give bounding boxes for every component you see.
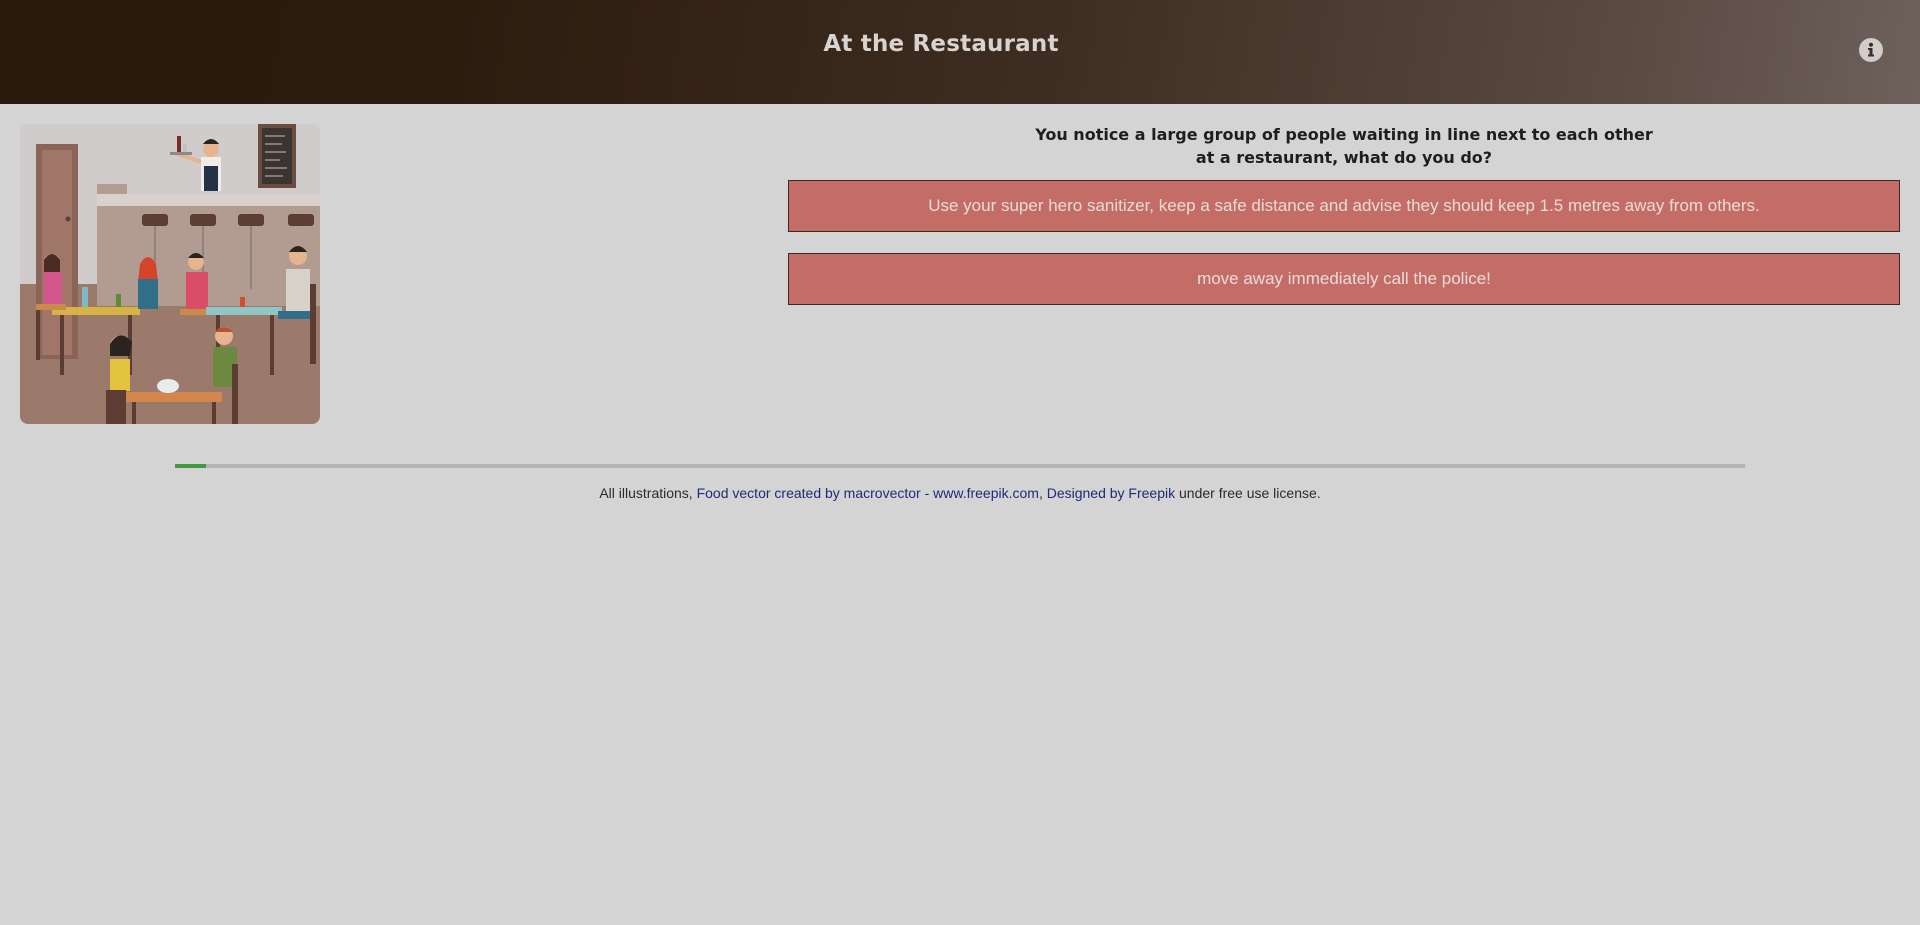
page-title: At the Restaurant xyxy=(823,31,1059,57)
progress-bar xyxy=(175,464,1745,468)
question-line-1: You notice a large group of people waiti… xyxy=(1035,125,1653,144)
info-icon[interactable] xyxy=(1859,38,1883,62)
credits-footer: All illustrations, Food vector created b… xyxy=(0,485,1920,501)
restaurant-illustration xyxy=(20,124,320,424)
credits-separator: , xyxy=(1038,485,1047,501)
answer-option-2[interactable]: move away immediately call the police! xyxy=(788,253,1900,305)
freepik-macrovector-link[interactable]: Food vector created by macrovector - www… xyxy=(697,485,1039,501)
question-text: You notice a large group of people waiti… xyxy=(788,123,1900,169)
answer-option-1[interactable]: Use your super hero sanitizer, keep a sa… xyxy=(788,180,1900,232)
question-line-2: at a restaurant, what do you do? xyxy=(1195,148,1493,167)
designed-by-freepik-link[interactable]: Designed by Freepik xyxy=(1047,485,1175,501)
credits-suffix: under free use license. xyxy=(1175,485,1321,501)
top-header-bar: At the Restaurant xyxy=(0,0,1920,104)
progress-bar-fill xyxy=(175,464,207,468)
credits-prefix: All illustrations, xyxy=(599,485,697,501)
